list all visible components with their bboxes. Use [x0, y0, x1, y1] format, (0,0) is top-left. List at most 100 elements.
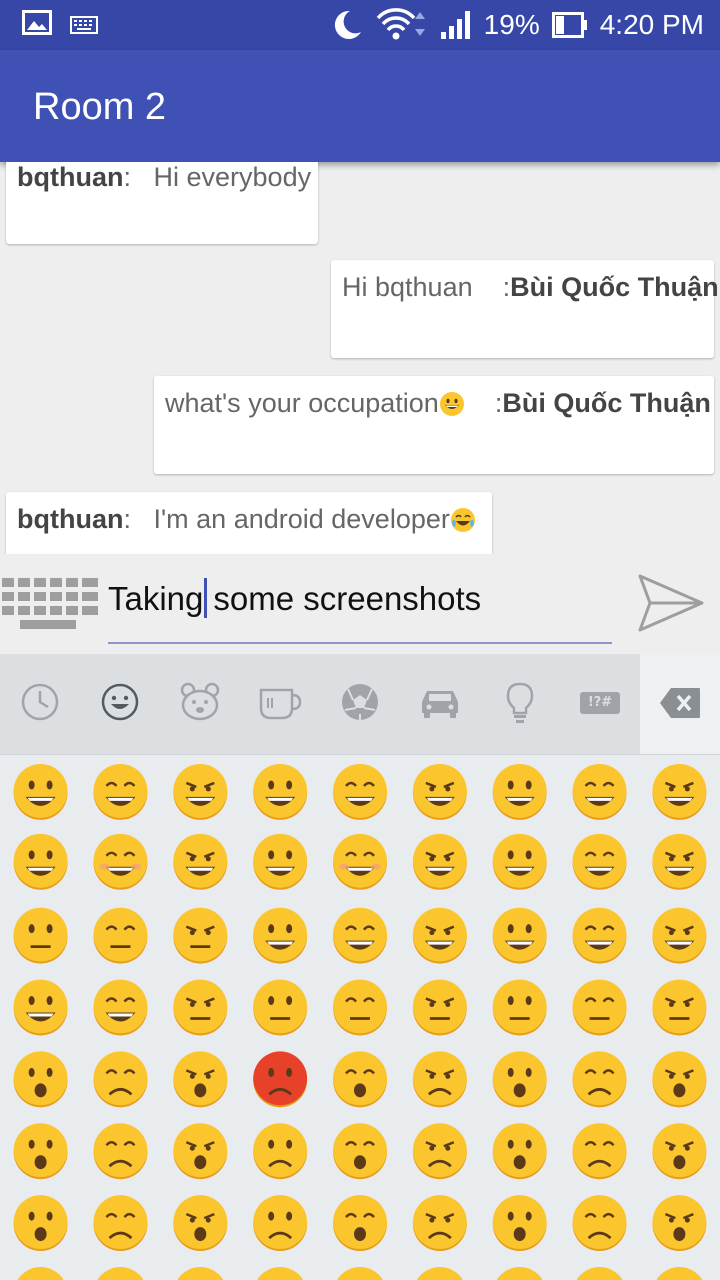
- gallery-notification-icon: [22, 10, 52, 35]
- weary-emoji[interactable]: [173, 1123, 228, 1180]
- anguished-emoji[interactable]: [93, 1195, 148, 1252]
- confused-emoji[interactable]: [412, 1051, 467, 1108]
- face-g-emoji[interactable]: [493, 1267, 547, 1280]
- thinking-emoji[interactable]: [572, 979, 627, 1036]
- crying-emoji[interactable]: [173, 1195, 228, 1252]
- symbols-icon[interactable]: !?#: [580, 692, 620, 714]
- stuck-out-tongue-closed-emoji[interactable]: [333, 907, 387, 964]
- face-a-emoji[interactable]: [14, 1267, 68, 1280]
- fearful-emoji[interactable]: [492, 1123, 547, 1180]
- sob-emoji[interactable]: [492, 1195, 547, 1252]
- tired-emoji[interactable]: [93, 1123, 148, 1180]
- objects-icon[interactable]: [498, 680, 542, 724]
- dizzy-emoji[interactable]: [572, 1195, 627, 1252]
- angry-emoji[interactable]: [173, 1051, 228, 1108]
- message-bubble-outgoing[interactable]: what's your occupation :Bùi Quốc Thuận: [154, 376, 714, 474]
- stuck-out-tongue-wink-emoji[interactable]: [253, 907, 308, 964]
- grimacing-emoji[interactable]: [93, 763, 148, 820]
- frowning-emoji[interactable]: [572, 1051, 627, 1108]
- emoji-grid: [0, 754, 720, 1280]
- battery-icon: [551, 12, 587, 38]
- chat-message-list[interactable]: bqthuan: Hi everybody Hi bqthuan :Bùi Qu…: [0, 162, 720, 554]
- innocent-emoji[interactable]: [652, 763, 707, 820]
- battery-percent: 19%: [483, 9, 540, 40]
- blush-emoji[interactable]: [93, 833, 148, 890]
- clock: 4:20 PM: [599, 9, 704, 40]
- kissing-heart-emoji[interactable]: [652, 833, 707, 890]
- kissing-emoji[interactable]: [13, 907, 68, 964]
- scream-emoji[interactable]: [412, 1123, 467, 1180]
- nerd-emoji[interactable]: [572, 907, 627, 964]
- expressionless-emoji[interactable]: [333, 979, 387, 1036]
- message-bubble-incoming[interactable]: bqthuan: I'm an android developer: [6, 492, 492, 554]
- food-icon[interactable]: [258, 680, 302, 724]
- unamused-emoji[interactable]: [412, 979, 467, 1036]
- smile-emoji[interactable]: [412, 763, 467, 820]
- grinning-face-icon: [439, 392, 464, 416]
- face-c-emoji[interactable]: [173, 1267, 227, 1280]
- face-b-emoji[interactable]: [94, 1267, 148, 1280]
- sleepy-emoji[interactable]: [333, 1195, 387, 1252]
- backspace-button[interactable]: [640, 654, 720, 754]
- smileys-icon[interactable]: [98, 680, 142, 724]
- keyboard-toggle-icon[interactable]: [0, 576, 104, 632]
- money-mouth-emoji[interactable]: [492, 907, 547, 964]
- cold-sweat-emoji[interactable]: [572, 1123, 627, 1180]
- travel-icon[interactable]: [418, 680, 462, 724]
- eye-roll-emoji[interactable]: [492, 979, 547, 1036]
- astonished-emoji[interactable]: [652, 1195, 707, 1252]
- face-e-emoji[interactable]: [333, 1267, 387, 1280]
- flushed-emoji[interactable]: [652, 979, 707, 1036]
- kissing-closed-eyes-emoji[interactable]: [173, 907, 228, 964]
- pensive-emoji[interactable]: [333, 1051, 387, 1108]
- tears-of-joy-emoji[interactable]: [253, 763, 308, 820]
- grin-emoji[interactable]: [173, 763, 228, 820]
- open-mouth-emoji[interactable]: [333, 1123, 387, 1180]
- message-separator: :: [123, 504, 131, 534]
- message-sender: bqthuan: [17, 162, 124, 192]
- confounded-emoji[interactable]: [13, 1123, 68, 1180]
- message-bubble-outgoing[interactable]: Hi bqthuan :Bùi Quốc Thuận: [331, 260, 719, 358]
- wink-emoji[interactable]: [13, 833, 68, 890]
- rage-emoji[interactable]: [253, 1051, 308, 1108]
- animals-icon[interactable]: [178, 680, 222, 724]
- hushed-emoji[interactable]: [652, 1123, 707, 1180]
- hugging-emoji[interactable]: [13, 979, 68, 1036]
- face-f-emoji[interactable]: [413, 1267, 467, 1280]
- sweat-smile-emoji[interactable]: [492, 763, 547, 820]
- heart-eyes-emoji[interactable]: [572, 833, 627, 890]
- emoji-category-tabs: !?#: [0, 654, 720, 754]
- persevere-emoji[interactable]: [652, 1051, 707, 1108]
- grinning-emoji[interactable]: [13, 763, 68, 820]
- disappointed-relieved-emoji[interactable]: [253, 1195, 308, 1252]
- relaxed-emoji[interactable]: [333, 833, 387, 890]
- kissing-smiling-eyes-emoji[interactable]: [93, 907, 148, 964]
- triumph-emoji[interactable]: [253, 1123, 308, 1180]
- upside-down-emoji[interactable]: [253, 833, 308, 890]
- laughing-emoji[interactable]: [572, 763, 627, 820]
- worried-emoji[interactable]: [93, 1051, 148, 1108]
- message-input[interactable]: Taking some screenshots: [108, 574, 612, 644]
- disappointed-emoji[interactable]: [13, 1051, 68, 1108]
- sweat-emoji[interactable]: [412, 1195, 467, 1252]
- stuck-out-tongue-emoji[interactable]: [412, 907, 467, 964]
- relieved-emoji[interactable]: [492, 833, 547, 890]
- neutral-emoji[interactable]: [253, 979, 308, 1036]
- no-mouth-emoji[interactable]: [173, 979, 228, 1036]
- smirk-emoji[interactable]: [93, 979, 148, 1036]
- message-bubble-incoming[interactable]: bqthuan: Hi everybody: [6, 162, 318, 244]
- face-d-emoji[interactable]: [253, 1267, 307, 1280]
- message-separator: :: [123, 162, 131, 192]
- slight-smile-emoji[interactable]: [173, 833, 228, 890]
- sunglasses-emoji[interactable]: [652, 907, 707, 964]
- message-separator: :: [502, 272, 511, 302]
- send-icon[interactable]: [636, 570, 706, 636]
- face-i-emoji[interactable]: [652, 1267, 706, 1280]
- sports-icon[interactable]: [338, 680, 382, 724]
- yum-emoji[interactable]: [412, 833, 467, 890]
- frowning-open-emoji[interactable]: [13, 1195, 68, 1252]
- smiley-emoji[interactable]: [333, 763, 387, 820]
- slight-frown-emoji[interactable]: [492, 1051, 547, 1108]
- recent-icon[interactable]: [18, 680, 62, 724]
- face-h-emoji[interactable]: [573, 1267, 627, 1280]
